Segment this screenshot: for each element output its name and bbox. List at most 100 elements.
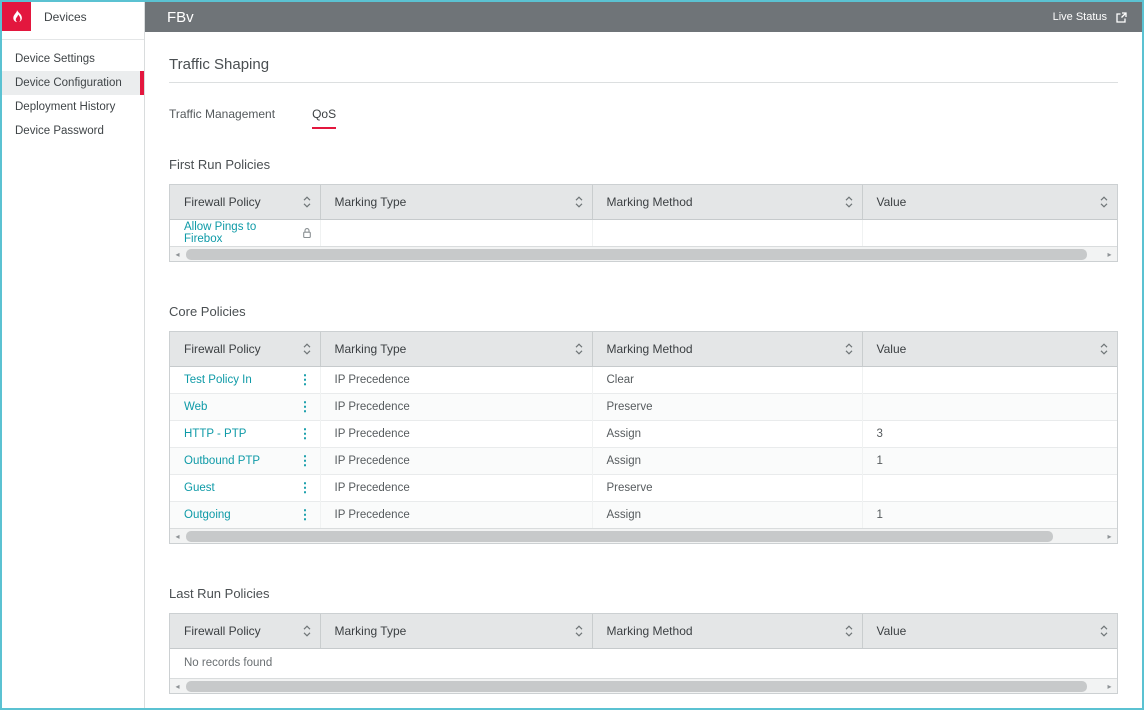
- tab-traffic-management[interactable]: Traffic Management: [169, 107, 275, 129]
- firewall-policy-cell: Test Policy In ⋮: [170, 366, 320, 393]
- column-header-marking-type[interactable]: Marking Type: [320, 332, 592, 366]
- sort-icon: [575, 625, 583, 637]
- firewall-policy-cell: Guest ⋮: [170, 474, 320, 501]
- content-area: Traffic Shaping Traffic Management QoS F…: [145, 32, 1142, 708]
- app-window: Devices Device Settings Device Configura…: [0, 0, 1144, 710]
- scroll-right-arrow[interactable]: ▸: [1102, 529, 1117, 543]
- tab-qos[interactable]: QoS: [312, 107, 336, 129]
- sidebar-item-deployment-history[interactable]: Deployment History: [2, 95, 144, 119]
- kebab-menu-icon[interactable]: ⋮: [299, 482, 312, 494]
- policy-link[interactable]: Allow Pings to Firebox: [184, 221, 256, 245]
- firewall-policy-cell: Web ⋮: [170, 393, 320, 420]
- column-header-firewall-policy[interactable]: Firewall Policy: [170, 332, 320, 366]
- section-heading: Last Run Policies: [169, 586, 1118, 601]
- marking-method-cell: Preserve: [592, 474, 862, 501]
- device-title: FBv: [167, 9, 194, 26]
- marking-method-cell: Assign: [592, 420, 862, 447]
- table-header-row: Firewall Policy Marking Type Marking Met…: [170, 185, 1117, 219]
- value-cell: [862, 219, 1117, 246]
- live-status-label: Live Status: [1053, 11, 1107, 23]
- column-header-marking-method[interactable]: Marking Method: [592, 185, 862, 219]
- column-header-marking-type[interactable]: Marking Type: [320, 185, 592, 219]
- marking-method-cell: Preserve: [592, 393, 862, 420]
- empty-table-row: No records found: [170, 648, 1117, 678]
- watchguard-flame-logo[interactable]: [2, 2, 31, 31]
- marking-type-cell: IP Precedence: [320, 366, 592, 393]
- policy-link[interactable]: Outgoing: [184, 509, 231, 521]
- horizontal-scrollbar: ◂ ▸: [170, 246, 1117, 261]
- sort-icon: [303, 196, 311, 208]
- column-header-marking-type[interactable]: Marking Type: [320, 614, 592, 648]
- live-status-link[interactable]: Live Status: [1053, 11, 1128, 24]
- first-run-policies-section: First Run Policies Firewall Policy Marki…: [169, 157, 1118, 262]
- section-heading: First Run Policies: [169, 157, 1118, 172]
- sidebar-title: Devices: [44, 10, 87, 24]
- scroll-right-arrow[interactable]: ▸: [1102, 247, 1117, 261]
- column-header-marking-method[interactable]: Marking Method: [592, 332, 862, 366]
- kebab-menu-icon[interactable]: ⋮: [299, 374, 312, 386]
- column-header-marking-method[interactable]: Marking Method: [592, 614, 862, 648]
- sort-icon: [1100, 196, 1108, 208]
- kebab-menu-icon[interactable]: ⋮: [299, 455, 312, 467]
- first-run-policies-table: Firewall Policy Marking Type Marking Met…: [169, 184, 1118, 262]
- marking-type-cell: [320, 219, 592, 246]
- external-link-icon: [1115, 11, 1128, 24]
- sort-icon: [845, 625, 853, 637]
- marking-method-cell: Clear: [592, 366, 862, 393]
- policy-link[interactable]: Guest: [184, 482, 215, 494]
- value-cell: 3: [862, 420, 1117, 447]
- marking-method-cell: Assign: [592, 501, 862, 528]
- table-row: HTTP - PTP ⋮ IP Precedence Assign 3: [170, 420, 1117, 447]
- scrollbar-thumb[interactable]: [186, 681, 1087, 692]
- value-cell: [862, 366, 1117, 393]
- sidebar-item-device-configuration[interactable]: Device Configuration: [2, 71, 144, 95]
- column-header-value[interactable]: Value: [862, 185, 1117, 219]
- firewall-policy-cell: HTTP - PTP ⋮: [170, 420, 320, 447]
- sidebar: Devices Device Settings Device Configura…: [2, 2, 145, 708]
- kebab-menu-icon[interactable]: ⋮: [299, 428, 312, 440]
- column-header-firewall-policy[interactable]: Firewall Policy: [170, 185, 320, 219]
- core-policies-section: Core Policies Firewall Policy Marking Ty…: [169, 304, 1118, 544]
- lock-icon: [302, 227, 312, 239]
- marking-type-cell: IP Precedence: [320, 501, 592, 528]
- sidebar-nav: Device Settings Device Configuration Dep…: [2, 40, 144, 143]
- scrollbar-thumb[interactable]: [186, 531, 1053, 542]
- kebab-menu-icon[interactable]: ⋮: [299, 509, 312, 521]
- main-area: FBv Live Status Traffic Shaping Traffic …: [145, 2, 1142, 708]
- tab-bar: Traffic Management QoS: [169, 107, 1118, 129]
- value-cell: [862, 393, 1117, 420]
- firewall-policy-cell: Outbound PTP ⋮: [170, 447, 320, 474]
- scrollbar-thumb[interactable]: [186, 249, 1087, 260]
- topbar: FBv Live Status: [145, 2, 1142, 32]
- sidebar-item-device-password[interactable]: Device Password: [2, 119, 144, 143]
- sort-icon: [845, 343, 853, 355]
- scroll-right-arrow[interactable]: ▸: [1102, 679, 1117, 693]
- sidebar-header: Devices: [2, 2, 144, 40]
- scroll-left-arrow[interactable]: ◂: [170, 247, 185, 261]
- sort-icon: [1100, 343, 1108, 355]
- sort-icon: [303, 625, 311, 637]
- policy-link[interactable]: Outbound PTP: [184, 455, 260, 467]
- table-row: Outgoing ⋮ IP Precedence Assign 1: [170, 501, 1117, 528]
- marking-type-cell: IP Precedence: [320, 447, 592, 474]
- column-header-firewall-policy[interactable]: Firewall Policy: [170, 614, 320, 648]
- core-policies-table: Firewall Policy Marking Type Marking Met…: [169, 331, 1118, 544]
- flame-icon: [8, 8, 25, 25]
- marking-method-cell: Assign: [592, 447, 862, 474]
- table-header-row: Firewall Policy Marking Type Marking Met…: [170, 332, 1117, 366]
- scroll-left-arrow[interactable]: ◂: [170, 679, 185, 693]
- column-header-value[interactable]: Value: [862, 332, 1117, 366]
- scroll-left-arrow[interactable]: ◂: [170, 529, 185, 543]
- last-run-policies-section: Last Run Policies Firewall Policy Markin…: [169, 586, 1118, 694]
- sidebar-item-device-settings[interactable]: Device Settings: [2, 47, 144, 71]
- policy-link[interactable]: Test Policy In: [184, 374, 252, 386]
- table-row: Web ⋮ IP Precedence Preserve: [170, 393, 1117, 420]
- horizontal-scrollbar: ◂ ▸: [170, 528, 1117, 543]
- sort-icon: [575, 343, 583, 355]
- column-header-value[interactable]: Value: [862, 614, 1117, 648]
- policy-link[interactable]: HTTP - PTP: [184, 428, 246, 440]
- policy-link[interactable]: Web: [184, 401, 207, 413]
- kebab-menu-icon[interactable]: ⋮: [299, 401, 312, 413]
- last-run-policies-table: Firewall Policy Marking Type Marking Met…: [169, 613, 1118, 694]
- value-cell: 1: [862, 501, 1117, 528]
